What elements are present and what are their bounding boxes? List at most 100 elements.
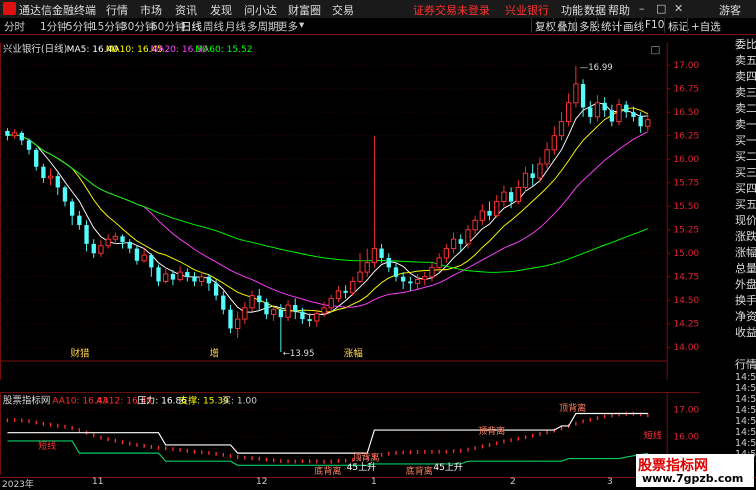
side-label: 换手 (735, 294, 756, 307)
candle-body (328, 297, 334, 309)
candle-body (436, 257, 442, 268)
tick-time: 14:50 (735, 372, 756, 383)
candle-body (105, 238, 111, 247)
side-label: 外盘 (735, 278, 756, 291)
side-label: 买一 (735, 134, 756, 147)
side-label: 现价 (735, 214, 756, 227)
marker-label-1: 财猎 (70, 348, 90, 360)
high-price-annotation: —16.99 (580, 63, 613, 73)
tab-daily[interactable]: 日线 (181, 19, 202, 34)
annot-bottom-divergence-1: 底背离 (314, 465, 341, 477)
side-label: 卖三 (735, 86, 756, 99)
menu-item-trade[interactable]: 交易 (332, 2, 354, 18)
candle-body (594, 102, 601, 118)
tick-time: 14:50 (735, 405, 756, 416)
y-tick-label: 15.50 (673, 202, 699, 212)
candle-body (508, 192, 514, 202)
candle-body (235, 318, 241, 329)
candle-body (522, 172, 529, 188)
candle-body (228, 309, 233, 329)
menu-item-market[interactable]: 市场 (140, 2, 162, 18)
candle-body (62, 187, 68, 202)
menu-item-wealth[interactable]: 财富圈 (288, 2, 321, 18)
candlestick-chart[interactable]: 14.00 14.25 14.50 14.75 15.00 15.25 15.50 15.75… (0, 34, 700, 388)
candle-body (494, 201, 500, 217)
candle-body (307, 319, 312, 321)
tick-time: 14:50 (735, 416, 756, 427)
title-bar: 通达信金融终端 行情 市场 资讯 发现 问小达 财富圈 交易 证券交易未登录 兴… (0, 0, 756, 19)
y-tick-label: 14.25 (673, 320, 699, 330)
candle-body (127, 241, 132, 249)
candle-body (350, 281, 356, 294)
tab-1min[interactable]: 1分钟 (40, 19, 68, 34)
candle-body (70, 201, 75, 216)
date-label: 12 (256, 477, 268, 487)
quote-side-panel: 委比 卖五 卖四 卖三 卖二 卖一 买一 买二 买三 买四 买五 现价 涨跌 涨… (735, 36, 756, 381)
candle-body (249, 295, 255, 309)
candle-body (177, 271, 183, 281)
marker-label-2: 增 (210, 348, 220, 360)
candle-body (264, 302, 269, 315)
close-icon[interactable]: ✕ (674, 2, 683, 15)
date-label: 2 (510, 477, 516, 487)
tab-timeshare[interactable]: 分时 (4, 19, 25, 34)
tick-time-list: 14:50 14:50 14:50 14:50 14:50 14:50 14:5… (735, 372, 756, 460)
candle-body (479, 210, 485, 221)
candle-body (401, 276, 406, 282)
candle-body (624, 104, 629, 113)
candle-body (414, 279, 421, 284)
maximize-icon[interactable]: □ (656, 2, 666, 15)
tick-time: 14:50 (735, 383, 756, 394)
candle-body (278, 309, 284, 318)
candle-body (422, 276, 428, 281)
candle-body (580, 83, 586, 108)
menu-item-quote[interactable]: 行情 (106, 2, 128, 18)
side-label: 卖五 (735, 54, 756, 67)
candle-body (98, 245, 104, 254)
more-dropdown-icon[interactable]: ▾ (299, 19, 304, 31)
add-favorite-button[interactable]: +自选 (687, 18, 724, 33)
tab-monthly[interactable]: 月线 (225, 19, 246, 34)
menu-item-function[interactable]: 功能 (561, 2, 583, 18)
watermark-url: www.7gpzb.com (642, 472, 744, 485)
y-tick-label: 17.00 (673, 406, 699, 416)
y-tick-label: 16.00 (673, 155, 699, 165)
candle-body (458, 239, 463, 244)
side-label: 涨跌 (735, 230, 756, 243)
user-label[interactable]: 游客 (719, 2, 741, 18)
candle-body (558, 121, 565, 137)
menu-item-help[interactable]: 帮助 (608, 2, 630, 18)
candle-body (221, 295, 226, 310)
menu-item-data[interactable]: 数据 (584, 2, 606, 18)
tab-multi-period[interactable]: 多周期 (247, 19, 279, 34)
login-notice[interactable]: 证券交易未登录 (413, 2, 490, 18)
chart-close-icon[interactable]: □ (650, 44, 660, 56)
y-tick-label: 14.75 (673, 273, 699, 283)
tick-time: 14:50 (735, 394, 756, 405)
candle-body (379, 248, 384, 258)
candle-body (213, 283, 219, 296)
menu-item-news[interactable]: 资讯 (175, 2, 197, 18)
candle-body (206, 276, 212, 284)
minimize-icon[interactable]: – (639, 2, 645, 15)
candle-body (141, 254, 147, 262)
candle-body (26, 140, 32, 150)
ma60-label: MA60: 15.52 (195, 45, 252, 55)
y-tick-label: 15.75 (673, 179, 699, 189)
indicator-chart[interactable]: 15.0016.0017.00 股票指标网 AA10: 16.43 AA12: … (0, 390, 700, 477)
menu-item-discover[interactable]: 发现 (210, 2, 232, 18)
tab-more[interactable]: 更多 (277, 19, 298, 34)
menu-item-ask[interactable]: 问小达 (244, 2, 277, 18)
tab-weekly[interactable]: 周线 (203, 19, 224, 34)
candle-body (645, 119, 651, 127)
side-label: 卖一 (735, 118, 756, 131)
candle-body (616, 104, 622, 123)
annot-top-divergence-1: 顶背离 (559, 402, 586, 414)
indicator-name[interactable]: 股票指标网 (3, 395, 51, 407)
candle-body (11, 132, 18, 137)
candle-body (134, 248, 140, 261)
candle-body (34, 149, 39, 167)
candle-body (163, 273, 169, 282)
candle-body (465, 229, 471, 245)
tab-5min[interactable]: 5分钟 (66, 19, 94, 34)
